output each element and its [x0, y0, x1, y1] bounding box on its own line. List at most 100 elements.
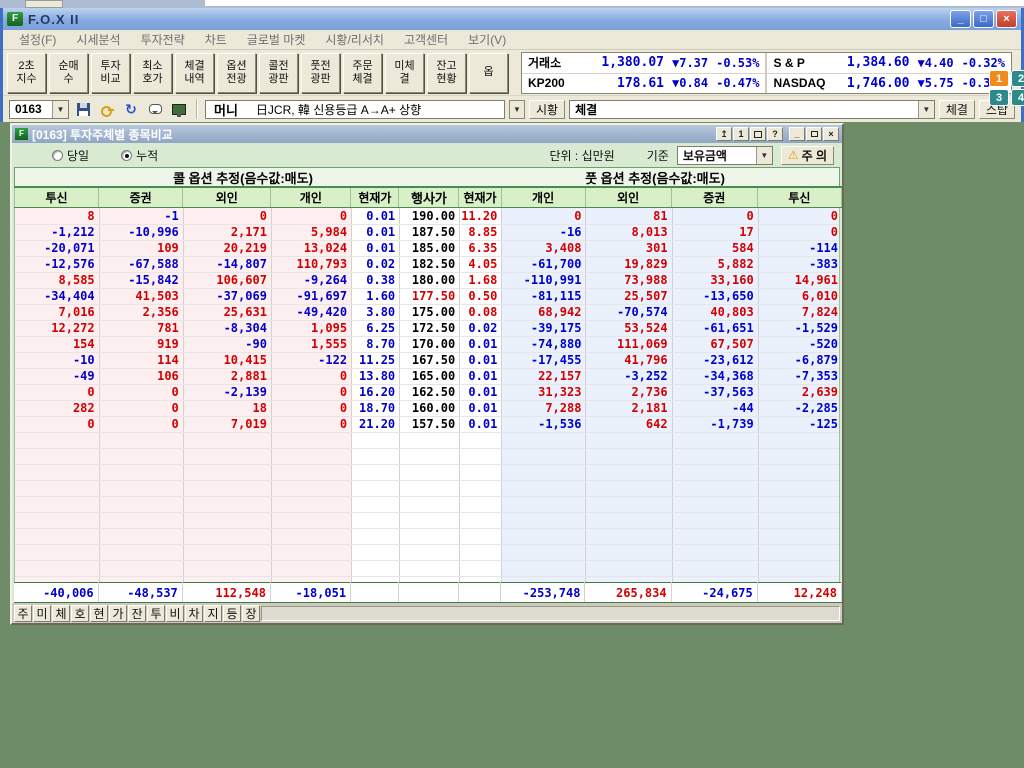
favorite-1-button[interactable]: 1 — [733, 127, 749, 141]
menu-item-1[interactable]: 시세분석 — [66, 31, 130, 48]
bottom-tab-10[interactable]: 지 — [204, 605, 222, 622]
title-bar: F F.O.X II _ □ × — [3, 8, 1021, 30]
feed-combo[interactable]: 체결 ▼ — [569, 100, 935, 119]
menu-item-2[interactable]: 투자전략 — [131, 31, 195, 48]
monitor-icon[interactable] — [170, 101, 188, 117]
bottom-tab-12[interactable]: 장 — [242, 605, 260, 622]
news-dropdown-icon[interactable]: ▼ — [509, 100, 525, 119]
quick-button-4[interactable]: 4 — [1011, 89, 1024, 106]
table-row[interactable]: 7,0162,35625,631-49,4203.80175.000.0868,… — [15, 304, 840, 320]
bottom-tab-2[interactable]: 체 — [52, 605, 70, 622]
table-row[interactable]: 8-1000.01190.0011.2008100 — [15, 208, 840, 224]
basis-combo[interactable]: 보유금액 ▼ — [677, 146, 773, 165]
panel-maximize-button[interactable] — [806, 127, 822, 141]
menu-item-5[interactable]: 시황/리서치 — [315, 31, 394, 48]
bottom-tab-7[interactable]: 투 — [147, 605, 165, 622]
menu-item-3[interactable]: 차트 — [195, 31, 237, 48]
table-row[interactable]: 282018018.70160.000.017,2882,181-44-2,28… — [15, 400, 840, 416]
bottom-tab-8[interactable]: 비 — [166, 605, 184, 622]
index-percent: -0.47% — [716, 76, 759, 90]
bottom-tab-9[interactable]: 차 — [185, 605, 203, 622]
refresh-icon[interactable]: ↻ — [122, 101, 140, 117]
toolbar-button-3[interactable]: 최소호가 — [133, 53, 172, 93]
toolbar-button-10[interactable]: 잔고현황 — [427, 53, 466, 93]
cascade-icon[interactable] — [750, 127, 766, 141]
toolbar-button-9[interactable]: 미체결 — [385, 53, 424, 93]
bottom-tab-0[interactable]: 주 — [14, 605, 32, 622]
table-row[interactable]: -1,212-10,9962,1715,9840.01187.508.85-16… — [15, 224, 840, 240]
table-row[interactable]: -12,576-67,588-14,807110,7930.02182.504.… — [15, 256, 840, 272]
bottom-tab-3[interactable]: 호 — [71, 605, 89, 622]
quick-button-3[interactable]: 3 — [989, 89, 1009, 106]
call-cell: 0 — [99, 416, 183, 432]
table-row[interactable]: 154919-901,5558.70170.000.01-74,880111,0… — [15, 336, 840, 352]
key-icon[interactable] — [98, 101, 116, 117]
table-row[interactable]: -20,07110920,21913,0240.01185.006.353,40… — [15, 240, 840, 256]
warning-button[interactable]: ⚠ 주 의 — [781, 146, 834, 165]
bottom-tab-11[interactable]: 등 — [223, 605, 241, 622]
screen-code-combo[interactable]: 0163 ▼ — [9, 100, 69, 119]
index-value: 1,380.07 — [590, 55, 664, 70]
menu-item-6[interactable]: 고객센터 — [394, 31, 458, 48]
total-spacer-cell — [399, 583, 459, 603]
totals-row: -40,006-48,537112,548-18,051-253,748265,… — [14, 583, 842, 603]
table-row[interactable]: -491062,881013.80165.000.0122,157-3,252-… — [15, 368, 840, 384]
table-row[interactable]: 12,272781-8,3041,0956.25172.500.02-39,17… — [15, 320, 840, 336]
radio-cumulative-dot[interactable] — [121, 150, 132, 161]
table-row[interactable]: 00-2,139016.20162.500.0131,3232,736-37,5… — [15, 384, 840, 400]
call-cell: 7,016 — [15, 304, 99, 320]
table-row[interactable]: -34,40441,503-37,069-91,6971.60177.500.5… — [15, 288, 840, 304]
strike-cell: 185.00 — [400, 240, 460, 256]
put-price-cell: 0.01 — [460, 368, 502, 384]
panel-title-bar[interactable]: F [0163] 투자주체별 종목비교 ↥ 1 ? _ × — [12, 125, 842, 143]
bottom-tab-5[interactable]: 가 — [109, 605, 127, 622]
maximize-button[interactable]: □ — [973, 10, 994, 28]
bottom-tab-1[interactable]: 미 — [33, 605, 51, 622]
news-ticker[interactable]: 머니 日JCR, 韓 신용등급 A→A+ 상향 — [205, 100, 505, 119]
empty-row — [15, 448, 840, 464]
toolbar-button-8[interactable]: 주문체결 — [343, 53, 382, 93]
chevron-down-icon[interactable]: ▼ — [52, 101, 68, 118]
minimize-button[interactable]: _ — [950, 10, 971, 28]
menu-item-0[interactable]: 설정(F) — [9, 31, 66, 48]
toolbar-button-11[interactable]: 옵 — [469, 53, 508, 93]
quick-button-2[interactable]: 2 — [1011, 70, 1024, 87]
toolbar-button-2[interactable]: 투자비교 — [91, 53, 130, 93]
chegyeol-button[interactable]: 체결 — [939, 100, 975, 119]
bottom-tab-4[interactable]: 현 — [90, 605, 108, 622]
help-icon[interactable]: ? — [767, 127, 783, 141]
call-cell: 0 — [271, 208, 351, 224]
toolbar-button-7[interactable]: 풋전광판 — [301, 53, 340, 93]
save-icon[interactable] — [74, 101, 92, 117]
empty-cell — [672, 496, 758, 512]
chevron-down-icon[interactable]: ▼ — [918, 101, 934, 118]
toolbar-button-1[interactable]: 순매수 — [49, 53, 88, 93]
rollup-icon[interactable]: ↥ — [716, 127, 732, 141]
quick-button-1[interactable]: 1 — [989, 70, 1009, 87]
sihwang-button[interactable]: 시황 — [529, 100, 565, 119]
column-header-1: 증권 — [99, 187, 183, 208]
menu-item-4[interactable]: 글로벌 마켓 — [237, 31, 316, 48]
toolbar-button-0[interactable]: 2초지수 — [7, 53, 46, 93]
toolbar-button-6[interactable]: 콜전광판 — [259, 53, 298, 93]
close-button[interactable]: × — [996, 10, 1017, 28]
toolbar-button-5[interactable]: 옵션전광 — [217, 53, 256, 93]
put-cell: 111,069 — [586, 336, 672, 352]
bottom-tab-6[interactable]: 잔 — [128, 605, 146, 622]
table-row[interactable]: 8,585-15,842106,607-9,2640.38180.001.68-… — [15, 272, 840, 288]
panel-close-button[interactable]: × — [823, 127, 839, 141]
table-row[interactable]: -1011410,415-12211.25167.500.01-17,45541… — [15, 352, 840, 368]
put-cell: -23,612 — [672, 352, 758, 368]
empty-cell — [352, 480, 400, 496]
basis-value: 보유금액 — [678, 147, 756, 164]
radio-cumulative[interactable]: 누적 — [121, 147, 158, 164]
toolbar-button-4[interactable]: 체결내역 — [175, 53, 214, 93]
chevron-down-icon[interactable]: ▼ — [756, 147, 772, 164]
table-row[interactable]: 007,019021.20157.500.01-1,536642-1,739-1… — [15, 416, 840, 432]
radio-daily-dot[interactable] — [52, 150, 63, 161]
menu-item-7[interactable]: 보기(V) — [458, 31, 516, 48]
panel-minimize-button[interactable]: _ — [789, 127, 805, 141]
put-cell: 7,288 — [502, 400, 586, 416]
chat-bubble-icon[interactable] — [146, 101, 164, 117]
radio-daily[interactable]: 당일 — [52, 147, 89, 164]
